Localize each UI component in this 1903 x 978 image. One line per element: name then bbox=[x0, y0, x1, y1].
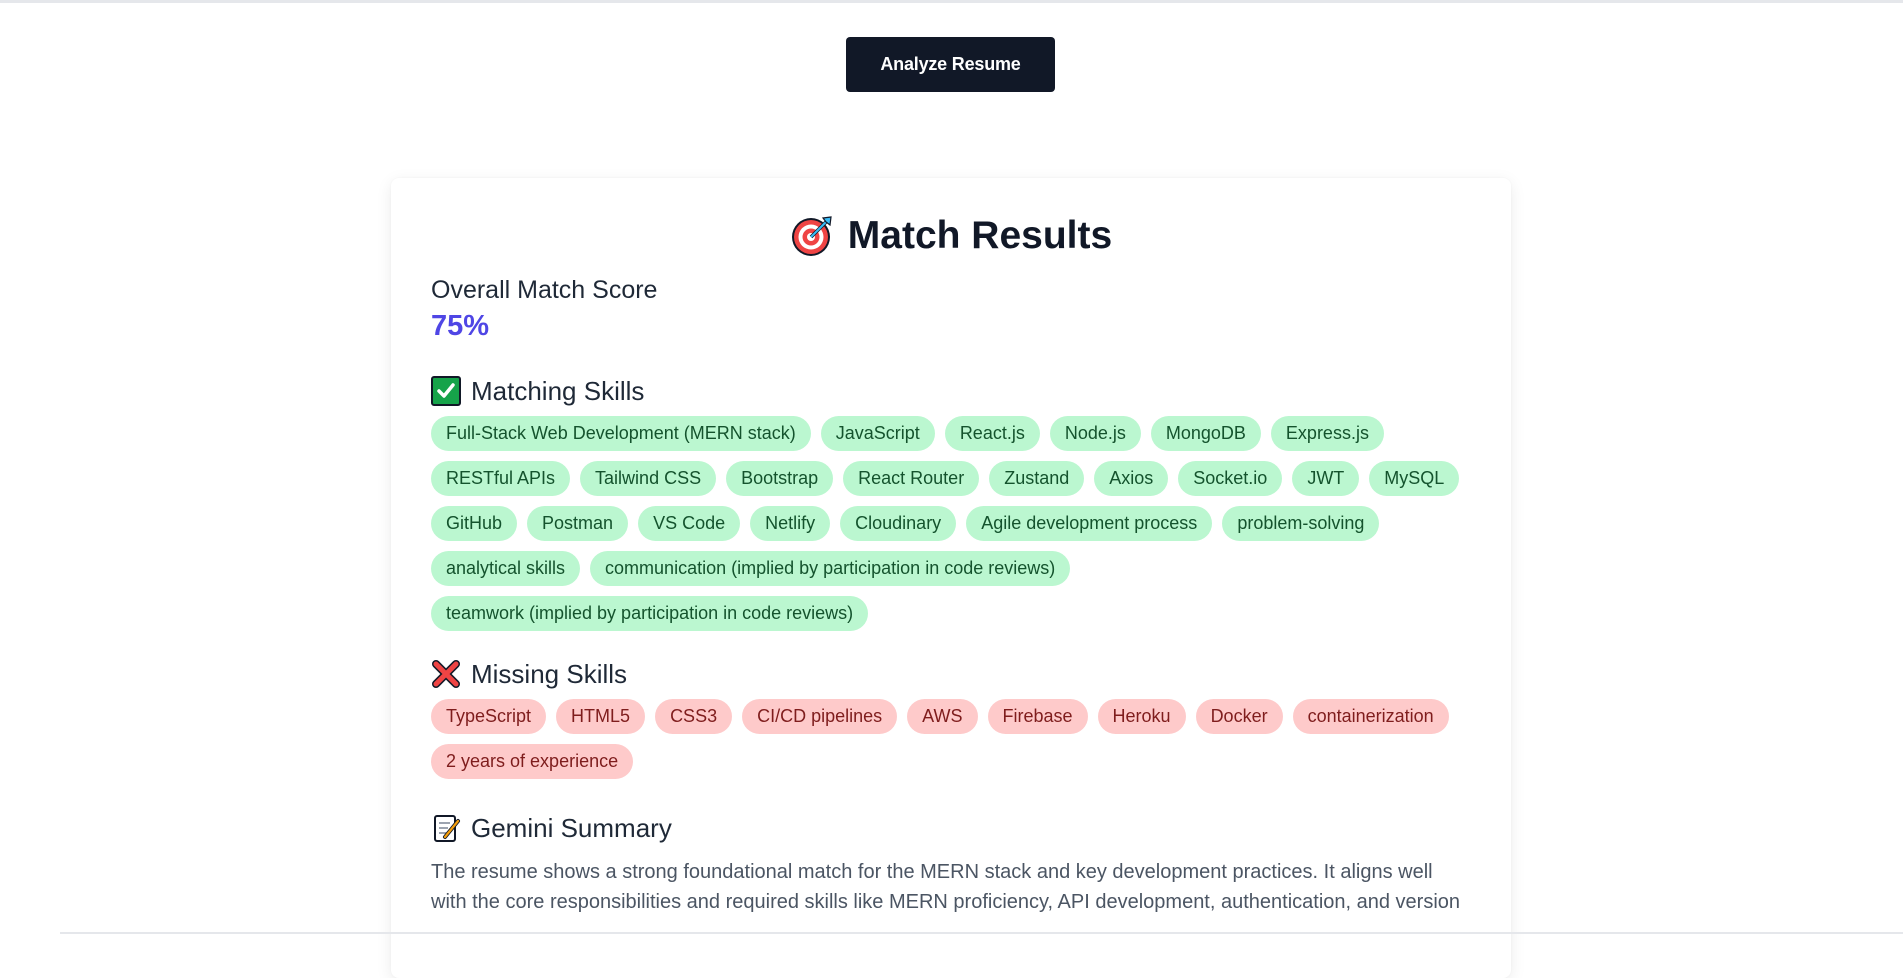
gemini-summary-text: The resume shows a strong foundational m… bbox=[431, 861, 1461, 913]
gemini-summary-heading: Gemini Summary bbox=[431, 811, 1471, 845]
matching-skill-tag: Bootstrap bbox=[726, 461, 834, 496]
memo-icon bbox=[431, 813, 461, 843]
matching-skill-tag: JavaScript bbox=[820, 416, 935, 451]
missing-skill-tag: TypeScript bbox=[431, 699, 547, 734]
missing-skill-tag: Heroku bbox=[1097, 699, 1186, 734]
missing-skill-tag: HTML5 bbox=[556, 699, 646, 734]
matching-skills-heading: Matching Skills bbox=[431, 374, 1471, 408]
match-results-content: Match Results Overall Match Score 75% Ma… bbox=[431, 178, 1471, 917]
missing-skill-tag: containerization bbox=[1292, 699, 1449, 734]
matching-skill-tag: MySQL bbox=[1369, 461, 1460, 496]
matching-skill-tag: Axios bbox=[1094, 461, 1169, 496]
overall-score-label: Overall Match Score bbox=[431, 276, 658, 304]
missing-skill-tag: CI/CD pipelines bbox=[742, 699, 898, 734]
matching-skill-tag: MongoDB bbox=[1150, 416, 1261, 451]
top-divider bbox=[0, 0, 1903, 3]
missing-skills-list: TypeScript HTML5 CSS3 CI/CD pipelines AWS Fir… bbox=[431, 699, 1471, 779]
matching-skill-tag: React Router bbox=[843, 461, 980, 496]
cross-mark-icon bbox=[431, 659, 461, 689]
matching-skill-tag: GitHub bbox=[431, 506, 518, 541]
matching-skill-tag: Cloudinary bbox=[840, 506, 957, 541]
matching-skill-tag: Zustand bbox=[989, 461, 1085, 496]
matching-skill-tag: Postman bbox=[527, 506, 629, 541]
missing-skill-tag: Firebase bbox=[987, 699, 1088, 734]
gemini-summary-title: Gemini Summary bbox=[471, 813, 672, 843]
target-icon bbox=[790, 214, 834, 258]
matching-skill-tag: analytical skills bbox=[431, 551, 581, 586]
check-mark-icon bbox=[431, 376, 461, 406]
matching-skill-tag: Express.js bbox=[1270, 416, 1384, 451]
matching-skill-tag: React.js bbox=[944, 416, 1040, 451]
matching-skill-tag: JWT bbox=[1292, 461, 1360, 496]
matching-skill-tag: Full-Stack Web Development (MERN stack) bbox=[431, 416, 811, 451]
matching-skill-tag: Agile development process bbox=[966, 506, 1213, 541]
matching-skill-tag: RESTful APIs bbox=[431, 461, 571, 496]
missing-skills-title: Missing Skills bbox=[471, 659, 628, 689]
matching-skill-tag: Tailwind CSS bbox=[580, 461, 717, 496]
matching-skill-tag: communication (implied by participation … bbox=[590, 551, 1071, 586]
missing-skill-tag: CSS3 bbox=[655, 699, 733, 734]
missing-skill-tag: 2 years of experience bbox=[431, 744, 634, 779]
results-title: Match Results bbox=[847, 214, 1113, 257]
matching-skill-tag: Socket.io bbox=[1178, 461, 1283, 496]
matching-skills-title: Matching Skills bbox=[471, 376, 645, 406]
matching-skill-tag: Node.js bbox=[1049, 416, 1141, 451]
matching-skill-tag: problem-solving bbox=[1222, 506, 1380, 541]
missing-skill-tag: Docker bbox=[1195, 699, 1283, 734]
results-title-row: Match Results bbox=[431, 212, 1471, 260]
missing-skill-tag: AWS bbox=[907, 699, 978, 734]
analyze-resume-button[interactable]: Analyze Resume bbox=[846, 37, 1055, 92]
matching-skill-tag: VS Code bbox=[638, 506, 741, 541]
matching-skill-tag: teamwork (implied by participation in co… bbox=[431, 596, 869, 631]
missing-skills-heading: Missing Skills bbox=[431, 657, 1471, 691]
matching-skills-list: Full-Stack Web Development (MERN stack) J… bbox=[431, 416, 1471, 631]
matching-skill-tag: Netlify bbox=[750, 506, 831, 541]
overall-score-value: 75% bbox=[431, 310, 490, 342]
match-results-card: Match Results Overall Match Score 75% Ma… bbox=[391, 178, 1511, 978]
